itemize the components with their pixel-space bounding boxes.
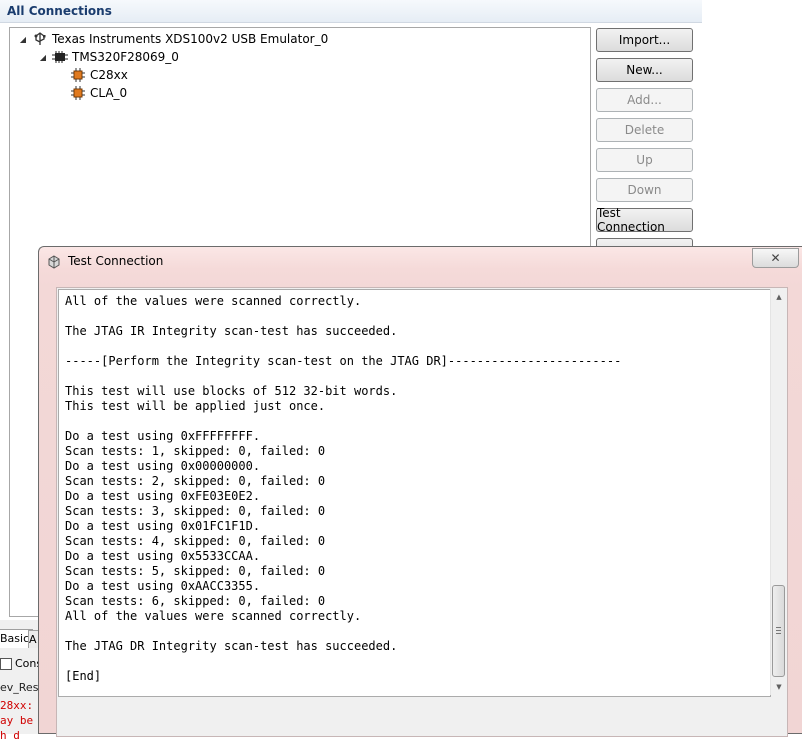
output-line: -----[Perform the Integrity scan-test on… [65,354,622,368]
output-line: Do a test using 0x00000000. [65,459,261,473]
tree-item-c28xx[interactable]: C28xx [70,66,128,84]
output-line: All of the values were scanned correctly… [65,609,362,623]
dialog-title: Test Connection [68,254,164,268]
tree-item-label: CLA_0 [90,86,128,100]
output-line: Scan tests: 2, skipped: 0, failed: 0 [65,474,326,488]
up-button[interactable]: Up [596,148,693,172]
output-line: Scan tests: 5, skipped: 0, failed: 0 [65,564,326,578]
scrollbar-thumb[interactable] [772,585,785,677]
down-button[interactable]: Down [596,178,693,202]
output-line: [End] [65,669,102,683]
scroll-up-icon[interactable]: ▲ [771,289,787,305]
expand-arrow-icon[interactable]: ◢ [18,35,28,44]
console-error-line: 28xx: [0,699,34,712]
chip-icon [52,49,68,65]
output-line: Do a test using 0x5533CCAA. [65,549,261,563]
output-line: This test will be applied just once. [65,399,326,413]
import-button[interactable]: Import... [596,28,693,52]
test-connection-dialog: Test Connection ✕ All of the values were… [38,246,802,737]
output-line: The JTAG IR Integrity scan-test has succ… [65,324,398,338]
add-button[interactable]: Add... [596,88,693,112]
new-button[interactable]: New... [596,58,693,82]
output-line: Do a test using 0xFFFFFFFF. [65,429,261,443]
tree-item-emulator[interactable]: ◢ Texas Instruments XDS100v2 USB Emulato… [18,30,328,48]
output-line: Scan tests: 1, skipped: 0, failed: 0 [65,444,326,458]
expand-arrow-icon[interactable]: ◢ [38,53,48,62]
cpu-core-icon [70,85,86,101]
output-line: Do a test using 0xFE03E0E2. [65,489,261,503]
output-line: All of the values were scanned correctly… [65,294,362,308]
test-output-textarea[interactable]: All of the values were scanned correctly… [58,289,771,697]
dialog-body: All of the values were scanned correctly… [56,287,788,737]
console-error-line: ay be [0,714,34,727]
output-line: Do a test using 0x01FC1F1D. [65,519,261,533]
tree-item-label: C28xx [90,68,128,82]
output-line: This test will use blocks of 512 32-bit … [65,384,398,398]
output-line: Do a test using 0xAACC3355. [65,579,261,593]
console-view-tab[interactable]: Cons [0,657,42,670]
close-button[interactable]: ✕ [752,248,799,268]
test-connection-button[interactable]: Test Connection [596,206,693,234]
output-text: All of the values were scanned correctly… [65,294,621,684]
dialog-app-icon [47,255,61,269]
console-icon [0,657,12,670]
tree-item-label: TMS320F28069_0 [72,50,179,64]
tree-item-label: Texas Instruments XDS100v2 USB Emulator_… [52,32,329,46]
output-line: Scan tests: 3, skipped: 0, failed: 0 [65,504,326,518]
output-line: Scan tests: 4, skipped: 0, failed: 0 [65,534,326,548]
connections-header: All Connections [0,0,702,23]
output-line: Scan tests: 6, skipped: 0, failed: 0 [65,594,326,608]
vertical-scrollbar[interactable]: ▲ ▼ [770,289,787,695]
scroll-down-icon[interactable]: ▼ [771,679,787,695]
delete-button[interactable]: Delete [596,118,693,142]
console-error-line: h d [0,729,20,742]
tree-item-cla[interactable]: CLA_0 [70,84,127,102]
tree-item-device[interactable]: ◢ TMS320F28069_0 [38,48,179,66]
connections-title: All Connections [7,4,112,18]
close-icon: ✕ [770,251,781,265]
cpu-core-icon [70,67,86,83]
usb-emulator-icon [32,31,48,47]
output-line: The JTAG DR Integrity scan-test has succ… [65,639,398,653]
